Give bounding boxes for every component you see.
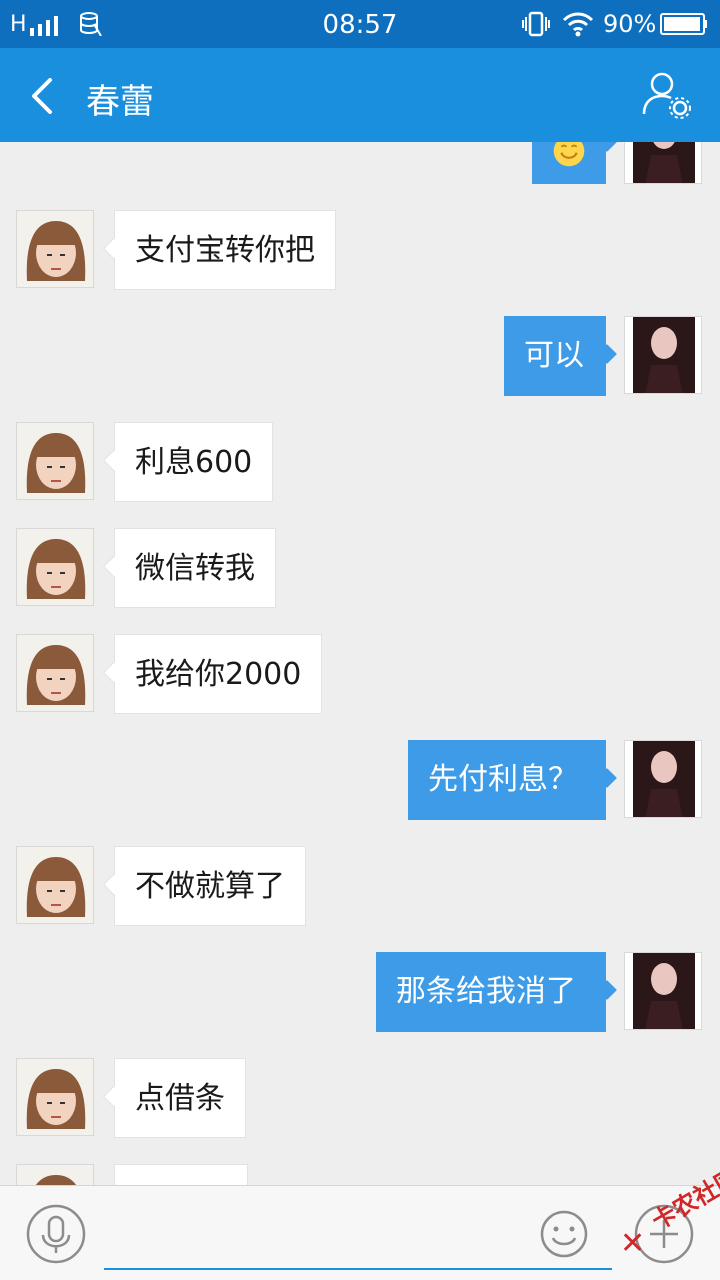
- battery-icon: [660, 13, 707, 35]
- watermark-logo: ✕ 卡农社区: [618, 1163, 720, 1262]
- avatar-contact[interactable]: [16, 846, 94, 924]
- message-bubble-received[interactable]: 微信转我: [114, 528, 276, 608]
- avatar-self[interactable]: [624, 316, 702, 394]
- message-bubble-sent[interactable]: 那条给我消了: [376, 952, 606, 1032]
- message-bubble-received[interactable]: 我给你2000: [114, 634, 323, 714]
- back-arrow-icon[interactable]: [24, 74, 64, 118]
- avatar-self[interactable]: [624, 952, 702, 1030]
- status-bar: H 08:57 90%: [0, 0, 720, 48]
- smile-emoji-icon: [553, 142, 585, 167]
- emoji-icon[interactable]: [540, 1210, 588, 1258]
- chat-header: 春蕾: [0, 48, 720, 142]
- message-bubble-received[interactable]: 利息600: [114, 422, 274, 502]
- message-bubble-sent[interactable]: 可以: [504, 316, 606, 396]
- wifi-icon: [562, 12, 594, 37]
- message-input[interactable]: [104, 1206, 612, 1270]
- message-bubble-received[interactable]: [114, 1164, 248, 1185]
- message-bubble-received[interactable]: 支付宝转你把: [114, 210, 336, 290]
- avatar-contact[interactable]: [16, 422, 94, 500]
- battery-percent: 90%: [603, 10, 657, 38]
- avatar-contact[interactable]: [16, 634, 94, 712]
- avatar-contact[interactable]: [16, 1058, 94, 1136]
- avatar-contact[interactable]: [16, 210, 94, 288]
- contact-name: 春蕾: [86, 82, 154, 122]
- watermark-mark: ✕: [620, 1226, 646, 1261]
- message-bubble-sent[interactable]: 先付利息？: [408, 740, 606, 820]
- user-settings-icon[interactable]: [640, 70, 694, 122]
- message-bubble-received[interactable]: 不做就算了: [114, 846, 306, 926]
- microphone-icon[interactable]: [26, 1204, 86, 1264]
- vibrate-icon: [522, 11, 550, 37]
- message-list[interactable]: 支付宝转你把 可以 利息600 微信转我 我给你2000 先付利息？ 不做就算了…: [0, 142, 720, 1185]
- avatar-contact[interactable]: [16, 528, 94, 606]
- input-bar: [0, 1185, 720, 1280]
- avatar-self[interactable]: [624, 740, 702, 818]
- message-bubble-sent[interactable]: [532, 142, 606, 184]
- avatar-contact[interactable]: [16, 1164, 94, 1185]
- message-bubble-received[interactable]: 点借条: [114, 1058, 246, 1138]
- avatar-self[interactable]: [624, 142, 702, 184]
